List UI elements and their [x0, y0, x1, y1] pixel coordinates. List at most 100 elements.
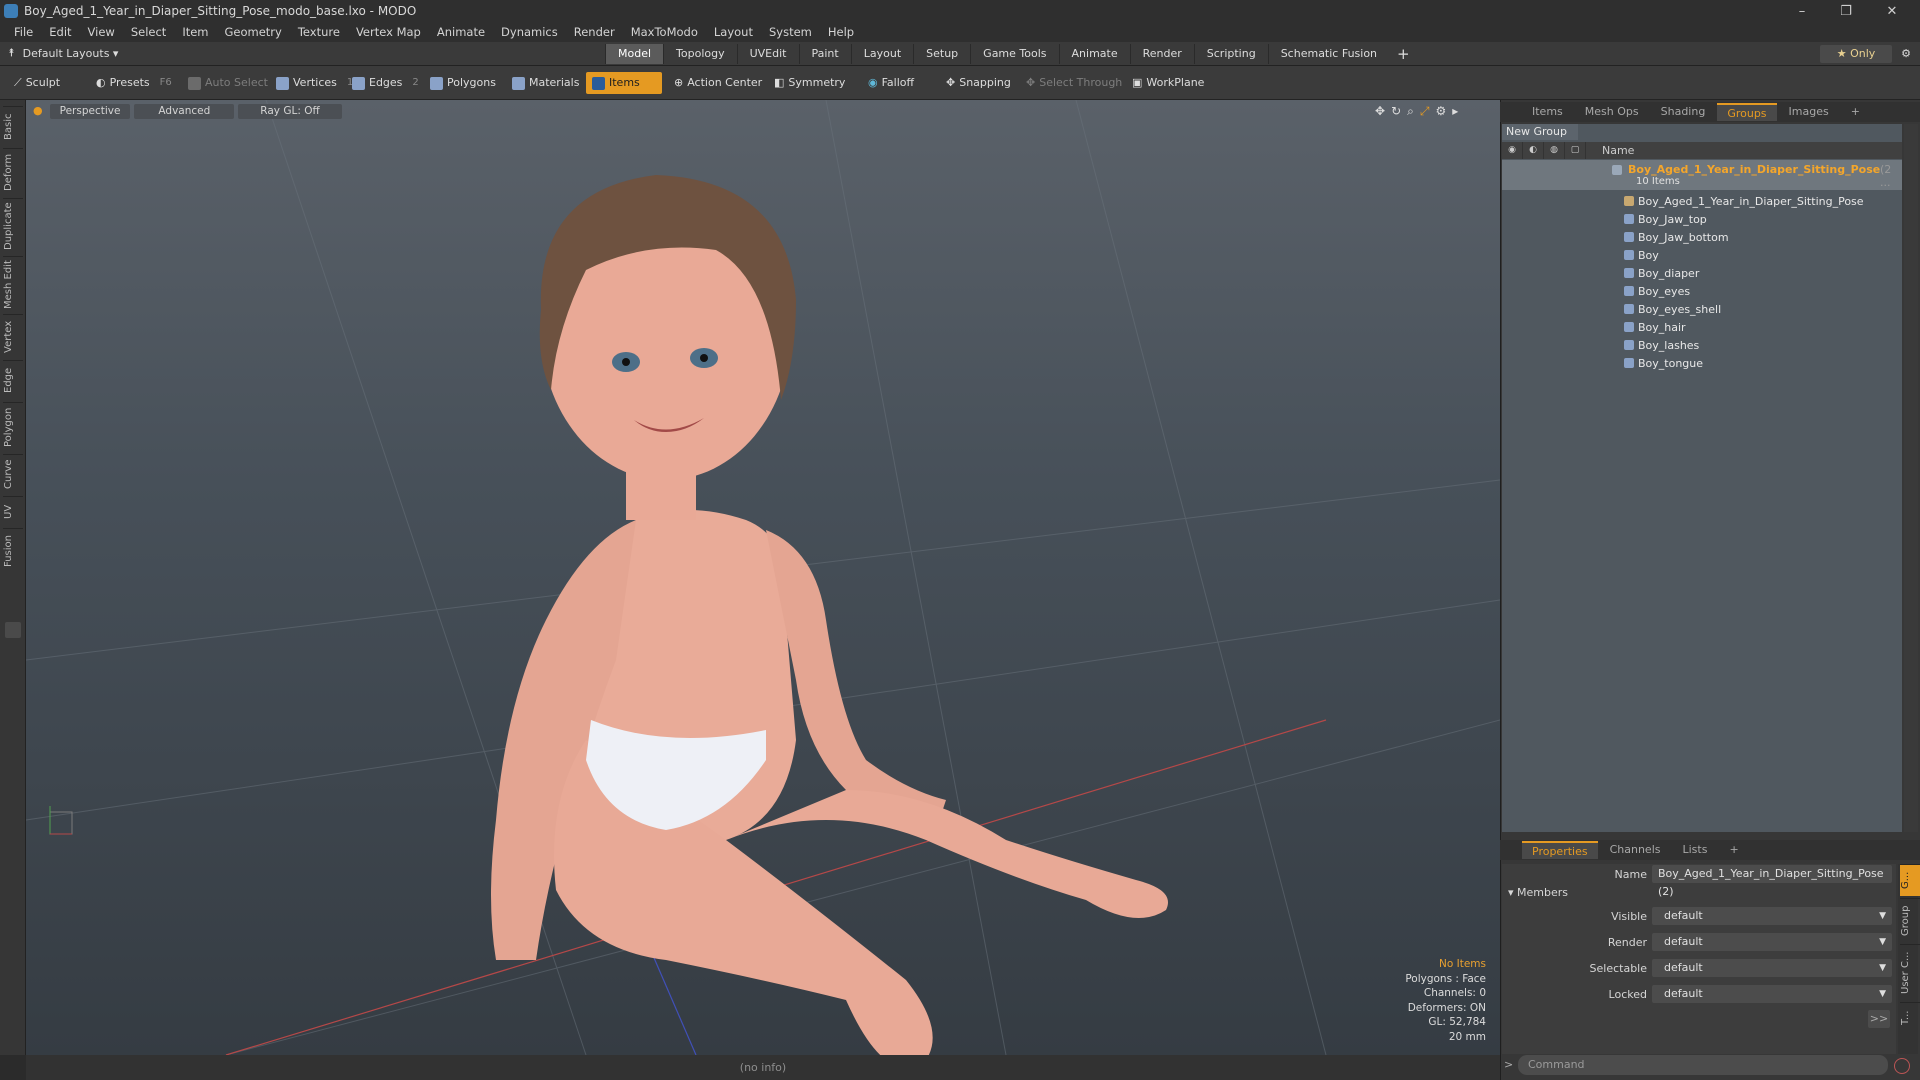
advanced-button[interactable]: Advanced — [134, 104, 235, 119]
add-panel-tab-icon[interactable]: + — [1841, 103, 1870, 121]
symmetry-button[interactable]: ◧ Symmetry — [768, 72, 851, 94]
panel-toggle-icon[interactable] — [5, 622, 21, 638]
vtab-uv[interactable]: UV — [3, 496, 23, 526]
menu-geometry[interactable]: Geometry — [217, 25, 290, 39]
groups-scrollbar[interactable] — [1904, 124, 1918, 832]
name-field[interactable]: Boy_Aged_1_Year_in_Diaper_Sitting_Pose (… — [1652, 865, 1892, 898]
viewport-gear-icon[interactable]: ⚙ — [1435, 104, 1446, 119]
viewport-menu-icon[interactable]: ● — [30, 104, 46, 119]
menu-animate[interactable]: Animate — [429, 25, 493, 39]
tab-layout[interactable]: Layout — [850, 44, 913, 64]
menu-dynamics[interactable]: Dynamics — [493, 25, 566, 39]
menu-render[interactable]: Render — [566, 25, 623, 39]
only-toggle-button[interactable]: ★ Only — [1820, 45, 1892, 63]
tab-groups[interactable]: Groups — [1717, 103, 1777, 121]
record-icon[interactable] — [1894, 1058, 1910, 1074]
vtab-deform[interactable]: Deform — [3, 148, 23, 196]
polygons-button[interactable]: Polygons — [424, 72, 502, 94]
tab-properties[interactable]: Properties — [1522, 841, 1598, 859]
tab-setup[interactable]: Setup — [913, 44, 970, 64]
fit-icon[interactable]: ⤢ — [1420, 104, 1430, 119]
visibility-col-icon[interactable]: ◉ — [1502, 142, 1523, 159]
vtab-mesh-edit[interactable]: Mesh Edit — [3, 256, 23, 312]
items-button[interactable]: Items — [586, 72, 662, 94]
list-item[interactable]: Boy_Jaw_top — [1502, 210, 1902, 228]
menu-vertex-map[interactable]: Vertex Map — [348, 25, 429, 39]
select-through-button[interactable]: ✥ Select Through — [1020, 72, 1128, 94]
layout-selector[interactable]: ⯭ Default Layouts ▾ — [8, 46, 118, 60]
sculpt-button[interactable]: ⟋ Sculpt — [8, 72, 66, 94]
render-dropdown[interactable]: default ▼ — [1652, 933, 1892, 951]
menu-system[interactable]: System — [761, 25, 820, 39]
falloff-button[interactable]: ◉ Falloff — [862, 72, 920, 94]
tab-lists[interactable]: Lists — [1673, 841, 1718, 859]
tab-animate[interactable]: Animate — [1058, 44, 1130, 64]
list-item[interactable]: Boy_tongue — [1502, 354, 1902, 372]
vtab-polygon[interactable]: Polygon — [3, 402, 23, 452]
tab-paint[interactable]: Paint — [798, 44, 851, 64]
tab-mesh-ops[interactable]: Mesh Ops — [1575, 103, 1649, 121]
tab-render[interactable]: Render — [1129, 44, 1194, 64]
locked-dropdown[interactable]: default ▼ — [1652, 985, 1892, 1003]
minimize-button[interactable]: – — [1782, 0, 1822, 22]
auto-select-button[interactable]: Auto Select — [182, 72, 274, 94]
list-item[interactable]: Boy_hair — [1502, 318, 1902, 336]
snapping-button[interactable]: ✥ Snapping — [940, 72, 1017, 94]
render-col-icon[interactable]: ◐ — [1523, 142, 1544, 159]
vtab-g[interactable]: G... — [1900, 864, 1920, 896]
menu-texture[interactable]: Texture — [290, 25, 348, 39]
tab-uvedit[interactable]: UVEdit — [736, 44, 799, 64]
presets-button[interactable]: ◐ Presets F6 — [90, 72, 178, 94]
list-item[interactable]: Boy_eyes — [1502, 282, 1902, 300]
members-section[interactable]: ▾ Members — [1508, 886, 1568, 899]
pan-icon[interactable]: ✥ — [1375, 104, 1385, 119]
vtab-group[interactable]: Group — [1900, 898, 1920, 942]
more-button[interactable]: >> — [1868, 1010, 1890, 1028]
menu-item[interactable]: Item — [174, 25, 216, 39]
tab-channels[interactable]: Channels — [1600, 841, 1671, 859]
tab-items[interactable]: Items — [1522, 103, 1573, 121]
close-button[interactable]: ✕ — [1872, 0, 1912, 22]
collapse-up-icon[interactable]: ⯭ — [8, 46, 15, 60]
group-row-main[interactable]: Boy_Aged_1_Year_in_Diaper_Sitting_Pose 1… — [1502, 160, 1902, 190]
select-col-icon[interactable]: ◍ — [1544, 142, 1565, 159]
rotate-icon[interactable]: ↻ — [1391, 104, 1401, 119]
command-input[interactable]: Command — [1518, 1055, 1888, 1075]
restore-button[interactable]: ❐ — [1826, 0, 1866, 22]
menu-file[interactable]: File — [6, 25, 41, 39]
tab-scripting[interactable]: Scripting — [1193, 44, 1268, 64]
baby-model[interactable] — [491, 175, 1168, 1055]
vtab-curve[interactable]: Curve — [3, 454, 23, 494]
vtab-vertex[interactable]: Vertex — [3, 314, 23, 358]
add-bottom-tab-icon[interactable]: + — [1719, 841, 1748, 859]
vtab-duplicate[interactable]: Duplicate — [3, 198, 23, 254]
vtab-fusion[interactable]: Fusion — [3, 528, 23, 574]
list-item[interactable]: Boy_Jaw_bottom — [1502, 228, 1902, 246]
list-item[interactable]: Boy_diaper — [1502, 264, 1902, 282]
edges-button[interactable]: Edges 2 — [346, 72, 425, 94]
menu-view[interactable]: View — [80, 25, 123, 39]
vtab-edge[interactable]: Edge — [3, 360, 23, 400]
list-item[interactable]: Boy_Aged_1_Year_in_Diaper_Sitting_Pose — [1502, 192, 1902, 210]
list-item[interactable]: Boy_eyes_shell — [1502, 300, 1902, 318]
materials-button[interactable]: Materials — [506, 72, 585, 94]
menu-maxtomodo[interactable]: MaxToModo — [623, 25, 706, 39]
menu-help[interactable]: Help — [820, 25, 862, 39]
tab-images[interactable]: Images — [1779, 103, 1839, 121]
menu-layout[interactable]: Layout — [706, 25, 761, 39]
selectable-dropdown[interactable]: default ▼ — [1652, 959, 1892, 977]
menu-edit[interactable]: Edit — [41, 25, 79, 39]
list-item[interactable]: Boy — [1502, 246, 1902, 264]
perspective-button[interactable]: Perspective — [49, 104, 131, 119]
lock-col-icon[interactable]: ▢ — [1565, 142, 1586, 159]
tab-model[interactable]: Model — [605, 44, 664, 64]
zoom-icon[interactable]: ⌕ — [1407, 104, 1414, 119]
tab-topology[interactable]: Topology — [663, 44, 737, 64]
raygl-button[interactable]: Ray GL: Off — [238, 104, 342, 119]
vtab-user-channels[interactable]: User C... — [1900, 944, 1920, 1000]
workplane-button[interactable]: ▣ WorkPlane — [1126, 72, 1210, 94]
gear-icon[interactable]: ⚙ — [1896, 45, 1916, 63]
add-tab-icon[interactable]: + — [1389, 44, 1418, 64]
vtab-t[interactable]: T... — [1900, 1002, 1920, 1032]
new-group-button[interactable]: New Group — [1502, 124, 1578, 140]
